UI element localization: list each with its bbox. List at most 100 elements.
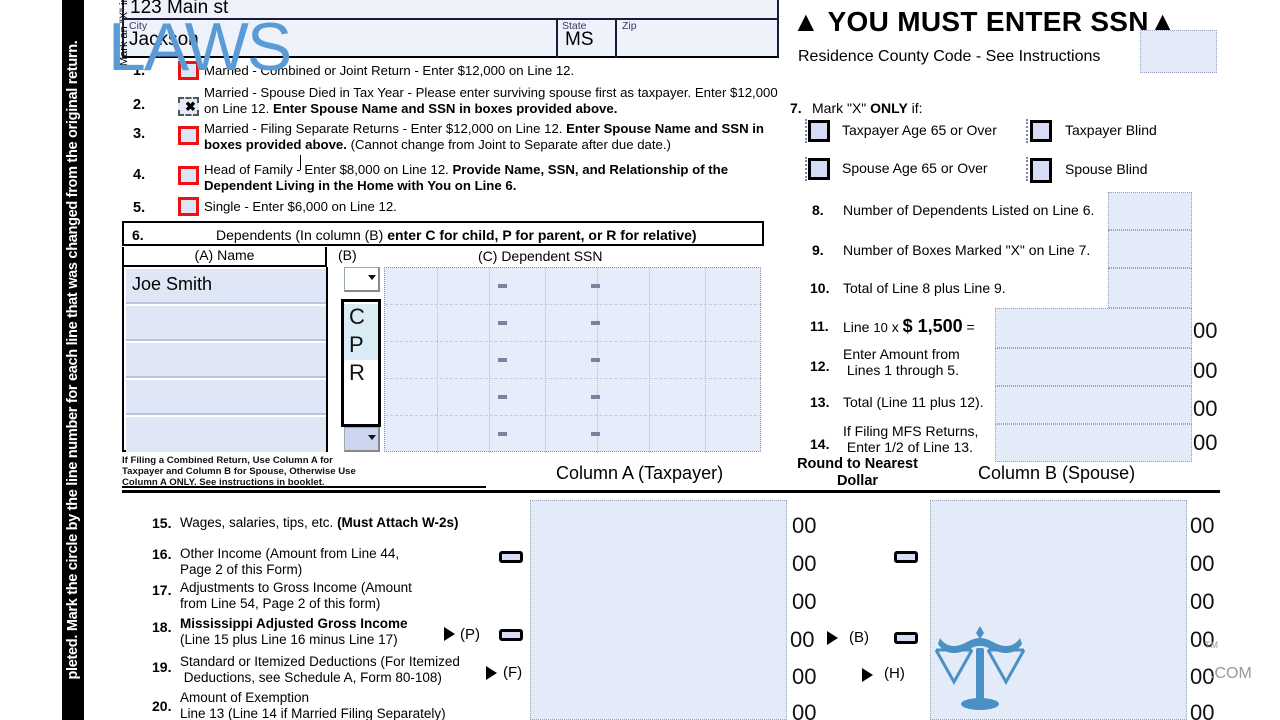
line-19-number: 19. bbox=[152, 659, 172, 675]
line-13-value-field[interactable] bbox=[995, 386, 1192, 424]
line-17-number: 17. bbox=[152, 582, 172, 598]
line-19-marker-h: (H) bbox=[884, 665, 905, 682]
column-a-amount-area[interactable] bbox=[530, 500, 787, 720]
dependent-name-row[interactable]: Joe Smith bbox=[126, 269, 326, 304]
line-16-circle-marker-b[interactable] bbox=[894, 551, 918, 563]
line-14-value-field[interactable] bbox=[995, 424, 1192, 462]
dot-guide bbox=[1026, 157, 1028, 181]
state-value[interactable]: MS bbox=[565, 29, 594, 51]
line-19-cents-a: 00 bbox=[792, 664, 817, 689]
line-8-label: Number of Dependents Listed on Line 6. bbox=[843, 202, 1095, 218]
ssn-dash bbox=[498, 284, 507, 288]
line-10-label: Total of Line 8 plus Line 9. bbox=[843, 280, 1006, 296]
line-8-number: 8. bbox=[812, 202, 824, 218]
triangle-marker-icon bbox=[486, 666, 497, 680]
line-16-number: 16. bbox=[152, 546, 172, 562]
status-checkbox-2[interactable]: ✖ bbox=[178, 97, 199, 116]
checkbox-spouse-age-65[interactable] bbox=[808, 158, 830, 180]
line-14-cents: 00 bbox=[1193, 430, 1218, 455]
line-19-marker-f: (F) bbox=[503, 664, 523, 681]
dependent-name-row[interactable] bbox=[126, 343, 326, 378]
line-15-cents-b: 00 bbox=[1190, 513, 1215, 538]
line-10-number: 10. bbox=[810, 280, 830, 296]
line-9-value-field[interactable] bbox=[1108, 230, 1192, 268]
dependents-col-c-header: (C) Dependent SSN bbox=[478, 248, 603, 264]
line-18-label: Mississippi Adjusted Gross Income (Line 1… bbox=[180, 616, 408, 647]
line-18-circle-marker-b[interactable] bbox=[894, 632, 918, 644]
tax-form-page: pleted. Mark the circle by the line numb… bbox=[0, 0, 1280, 720]
dropdown-option-r[interactable]: R bbox=[344, 360, 378, 388]
ssn-row[interactable] bbox=[385, 379, 762, 416]
line-17-cents-a: 00 bbox=[792, 589, 817, 614]
status-checkbox-5[interactable] bbox=[178, 197, 199, 216]
divider bbox=[615, 20, 617, 58]
status-checkbox-3[interactable] bbox=[178, 126, 199, 145]
line-20-label: Amount of Exemption Line 13 (Line 14 if M… bbox=[180, 690, 446, 720]
triangle-marker-icon bbox=[827, 631, 838, 645]
line-13-label: Total (Line 11 plus 12). bbox=[843, 394, 984, 410]
watermark-suffix: .COM bbox=[1210, 665, 1252, 682]
line-12-value-field[interactable] bbox=[995, 348, 1192, 386]
line-18-circle-marker-a[interactable] bbox=[499, 629, 523, 641]
checkbox-x-mark: ✖ bbox=[185, 99, 196, 114]
dropdown-option-c[interactable]: C bbox=[344, 304, 378, 332]
ssn-dash bbox=[498, 358, 507, 362]
scales-of-justice-icon bbox=[934, 626, 1026, 710]
line-9-label: Number of Boxes Marked "X" on Line 7. bbox=[843, 242, 1091, 258]
divider bbox=[122, 490, 1220, 493]
status-number-4: 4. bbox=[133, 167, 146, 183]
line-15-cents-a: 00 bbox=[792, 513, 817, 538]
dot-guide bbox=[805, 119, 807, 143]
ssn-row[interactable] bbox=[385, 416, 762, 453]
line-13-cents: 00 bbox=[1193, 396, 1218, 421]
watermark-tm: TM bbox=[1205, 640, 1218, 650]
line-11-value-field[interactable] bbox=[995, 308, 1192, 348]
column-b-label: Column B (Spouse) bbox=[978, 463, 1136, 483]
county-code-field[interactable] bbox=[1140, 30, 1217, 73]
label-spouse-blind: Spouse Blind bbox=[1065, 161, 1148, 177]
status-checkbox-4[interactable] bbox=[178, 166, 199, 185]
dependent-name-row[interactable] bbox=[126, 417, 326, 452]
checkbox-taxpayer-age-65[interactable] bbox=[808, 120, 830, 142]
line-14-number: 14. bbox=[810, 436, 830, 452]
divider bbox=[122, 486, 486, 488]
line-11-cents: 00 bbox=[1193, 318, 1218, 343]
form-body: 123 Main st City Jackson State MS Zip Ma… bbox=[0, 0, 1280, 720]
dependents-col-a-header: (A) Name bbox=[122, 247, 327, 267]
dependent-code-select-5[interactable] bbox=[344, 427, 380, 452]
dependent-name-row[interactable] bbox=[126, 380, 326, 415]
checkbox-taxpayer-blind[interactable] bbox=[1030, 120, 1052, 142]
ssn-dash bbox=[591, 321, 600, 325]
line-8-value-field[interactable] bbox=[1108, 192, 1192, 230]
dependent-code-select-1[interactable] bbox=[344, 267, 380, 292]
line-7-number: 7. bbox=[790, 100, 802, 116]
line-14-label: If Filing MFS Returns, Enter 1/2 of Line… bbox=[843, 423, 979, 455]
label-spouse-age-65: Spouse Age 65 or Over bbox=[842, 160, 988, 176]
line-16-circle-marker-a[interactable] bbox=[499, 551, 523, 563]
dependent-name-row[interactable] bbox=[126, 306, 326, 341]
dependent-ssn-grid[interactable] bbox=[384, 267, 762, 453]
dot-guide bbox=[1026, 119, 1028, 143]
status-label-5: Single - Enter $6,000 on Line 12. bbox=[204, 199, 397, 214]
ssn-dash bbox=[591, 284, 600, 288]
dropdown-option-p[interactable]: P bbox=[344, 332, 378, 360]
ssn-row[interactable] bbox=[385, 268, 762, 305]
checkbox-spouse-blind[interactable] bbox=[1030, 158, 1052, 183]
combined-return-fine-print: If Filing a Combined Return, Use Column … bbox=[122, 455, 356, 488]
status-label-3: Married - Filing Separate Returns - Ente… bbox=[204, 121, 764, 152]
ssn-row[interactable] bbox=[385, 305, 762, 342]
ssn-row[interactable] bbox=[385, 342, 762, 379]
line-10-value-field[interactable] bbox=[1108, 268, 1192, 308]
status-label-4: Head of Family - Enter $8,000 on Line 12… bbox=[204, 162, 729, 193]
label-taxpayer-age-65: Taxpayer Age 65 or Over bbox=[842, 122, 997, 138]
status-number-5: 5. bbox=[133, 200, 146, 216]
line-11-label: Line 10 x $ 1,500 = bbox=[843, 316, 975, 336]
line-17-cents-b: 00 bbox=[1190, 589, 1215, 614]
dependent-code-dropdown-list[interactable]: C P R bbox=[341, 299, 381, 427]
line-12-number: 12. bbox=[810, 358, 830, 374]
line-16-label: Other Income (Amount from Line 44, Page 2… bbox=[180, 546, 400, 577]
line-20-cents-a: 00 bbox=[792, 700, 817, 720]
line-13-number: 13. bbox=[810, 394, 830, 410]
line-12-label: Enter Amount from Lines 1 through 5. bbox=[843, 346, 960, 378]
line-15-number: 15. bbox=[152, 515, 172, 531]
